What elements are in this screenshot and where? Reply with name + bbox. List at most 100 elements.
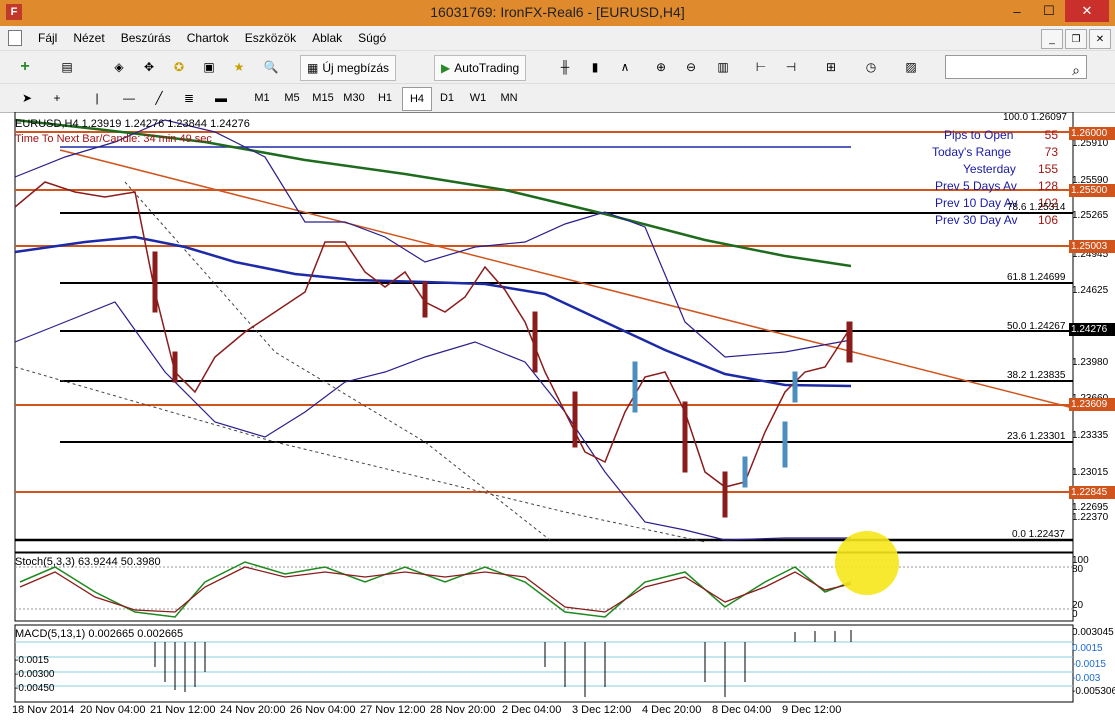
line-chart-icon[interactable]: ∧	[614, 55, 636, 79]
tf-mn[interactable]: MN	[495, 87, 523, 109]
stat-value: 106	[1037, 213, 1058, 227]
menu-item-view[interactable]: Nézet	[65, 31, 112, 45]
tf-d1[interactable]: D1	[433, 87, 461, 109]
tf-m15[interactable]: M15	[309, 87, 337, 109]
stat-label: Prev 30 Day Av	[935, 213, 1018, 227]
tf-m30[interactable]: M30	[340, 87, 368, 109]
stat-value: 155	[1037, 162, 1058, 176]
close-button[interactable]: ✕	[1065, 0, 1109, 22]
fib-level-label: 61.8 1.24699	[1007, 272, 1066, 283]
search-icon[interactable]: ⌕	[1072, 62, 1080, 79]
fib-level-label: 50.0 1.24267	[1007, 321, 1066, 332]
time-axis-label: 20 Nov 04:00	[80, 704, 146, 716]
mdi-restore-button[interactable]: ❐	[1065, 29, 1087, 49]
crosshair-icon[interactable]: +	[46, 86, 68, 110]
zoom-in-icon[interactable]: ⊕	[650, 55, 672, 79]
menu-item-help[interactable]: Súgó	[350, 31, 394, 45]
fib-level-label: 38.2 1.23835	[1007, 370, 1066, 381]
templates-icon[interactable]: ▨	[900, 55, 922, 79]
stat-label: Today's Range	[932, 145, 1012, 159]
current-price-tag: 1.24276	[1069, 323, 1115, 336]
stat-value: 128	[1037, 179, 1058, 193]
fib-level-label: 78.6 1.25314	[1007, 202, 1066, 213]
history-icon[interactable]: 🔍	[260, 55, 282, 79]
time-axis-label: 24 Nov 20:00	[220, 704, 286, 716]
tf-h1[interactable]: H1	[371, 87, 399, 109]
macd-axis-right: -0.005306	[1072, 686, 1115, 697]
price-axis-label: 1.23980	[1072, 357, 1109, 368]
minimize-button[interactable]: –	[1001, 0, 1033, 22]
chart-shift-icon[interactable]: ⊢	[750, 55, 772, 79]
fib-level-label: 23.6 1.23301	[1007, 431, 1066, 442]
channel-icon[interactable]: ≣	[178, 86, 200, 110]
time-axis-label: 18 Nov 2014	[12, 704, 75, 716]
candlestick-icon[interactable]: ▮	[584, 55, 606, 79]
time-axis-label: 2 Dec 04:00	[502, 704, 562, 716]
chart-info-line: EURUSD,H4 1.23919 1.24276 1.23844 1.2427…	[15, 118, 250, 130]
tf-h4[interactable]: H4	[402, 87, 432, 111]
new-order-button[interactable]: ▦ Új megbízás	[300, 55, 397, 81]
search-input[interactable]: ⌕	[945, 55, 1087, 79]
strategy-tester-icon[interactable]: ★	[228, 55, 250, 79]
periods-icon[interactable]: ◷	[860, 55, 882, 79]
time-axis-label: 27 Nov 12:00	[360, 704, 426, 716]
mdi-close-button[interactable]: ✕	[1089, 29, 1111, 49]
time-axis-label: 4 Dec 20:00	[642, 704, 702, 716]
price-tag: 1.25500	[1069, 184, 1115, 197]
price-axis-label: 1.25265	[1072, 210, 1109, 221]
stoch-axis-label: 0	[1072, 609, 1078, 620]
mdi-minimize-button[interactable]: _	[1041, 29, 1063, 49]
menu-item-file[interactable]: Fájl	[30, 31, 65, 45]
menu-item-tools[interactable]: Eszközök	[237, 31, 304, 45]
menu-doc-icon[interactable]	[8, 30, 22, 46]
price-axis-label: 1.22370	[1072, 512, 1109, 523]
stat-label: Yesterday	[963, 162, 1016, 176]
price-tag: 1.23609	[1069, 398, 1115, 411]
price-axis-label: 1.23015	[1072, 467, 1109, 478]
stat-value: 55	[1044, 128, 1058, 142]
tf-m5[interactable]: M5	[278, 87, 306, 109]
price-tag: 1.22845	[1069, 486, 1115, 499]
tile-windows-icon[interactable]: ▥	[712, 55, 734, 79]
zoom-out-icon[interactable]: ⊖	[680, 55, 702, 79]
new-chart-icon[interactable]: +	[14, 55, 36, 79]
new-order-label: Új megbízás	[322, 61, 390, 75]
stat-label: Prev 10 Day Av	[935, 196, 1018, 210]
autotrading-button[interactable]: ▶ AutoTrading	[434, 55, 527, 81]
cursor-icon[interactable]: ➤	[16, 86, 38, 110]
tf-w1[interactable]: W1	[464, 87, 492, 109]
window-title: 16031769: IronFX-Real6 - [EURUSD,H4]	[430, 4, 685, 20]
rectangle-icon[interactable]: ▬	[210, 86, 232, 110]
price-tag: 1.25003	[1069, 240, 1115, 253]
menu-item-window[interactable]: Ablak	[304, 31, 350, 45]
macd-axis-left: -0.00300	[15, 669, 55, 680]
crosshair-nav-icon[interactable]: ✥	[138, 55, 160, 79]
title-bar: F 16031769: IronFX-Real6 - [EURUSD,H4] –…	[0, 0, 1115, 26]
standard-toolbar: + ▤ ◈ ✥ ✪ ▣ ★ 🔍 ▦ Új megbízás ▶ AutoTrad…	[0, 50, 1115, 84]
indicators-icon[interactable]: ⊞	[820, 55, 842, 79]
fib-level-label: 100.0 1.26097	[1003, 112, 1067, 123]
horizontal-line-icon[interactable]: —	[118, 86, 140, 110]
profiles-icon[interactable]: ▤	[56, 55, 78, 79]
auto-scroll-icon[interactable]: ⊣	[780, 55, 802, 79]
menu-item-charts[interactable]: Chartok	[179, 31, 237, 45]
menu-bar: Fájl Nézet Beszúrás Chartok Eszközök Abl…	[0, 26, 1115, 50]
menu-item-insert[interactable]: Beszúrás	[113, 31, 179, 45]
maximize-button[interactable]: ☐	[1033, 0, 1065, 22]
macd-axis-right: 0.0015	[1072, 643, 1103, 654]
autotrading-label: AutoTrading	[454, 61, 520, 75]
price-axis-label: 1.24625	[1072, 285, 1109, 296]
trendline-icon[interactable]: ╱	[148, 86, 170, 110]
price-axis-label: 1.23335	[1072, 430, 1109, 441]
bar-chart-icon[interactable]: ╫	[554, 55, 576, 79]
market-watch-icon[interactable]: ◈	[108, 55, 130, 79]
vertical-line-icon[interactable]: |	[86, 86, 108, 110]
autotrading-icon: ▶	[441, 61, 451, 75]
drawing-toolbar: ➤ + | — ╱ ≣ ▬ M1 M5 M15 M30 H1 H4 D1 W1 …	[0, 83, 1115, 113]
navigator-icon[interactable]: ✪	[168, 55, 190, 79]
tf-m1[interactable]: M1	[248, 87, 276, 109]
stoch-axis-label: 80	[1072, 564, 1084, 575]
terminal-icon[interactable]: ▣	[198, 55, 220, 79]
time-axis-label: 9 Dec 12:00	[782, 704, 842, 716]
time-axis-label: 8 Dec 04:00	[712, 704, 772, 716]
